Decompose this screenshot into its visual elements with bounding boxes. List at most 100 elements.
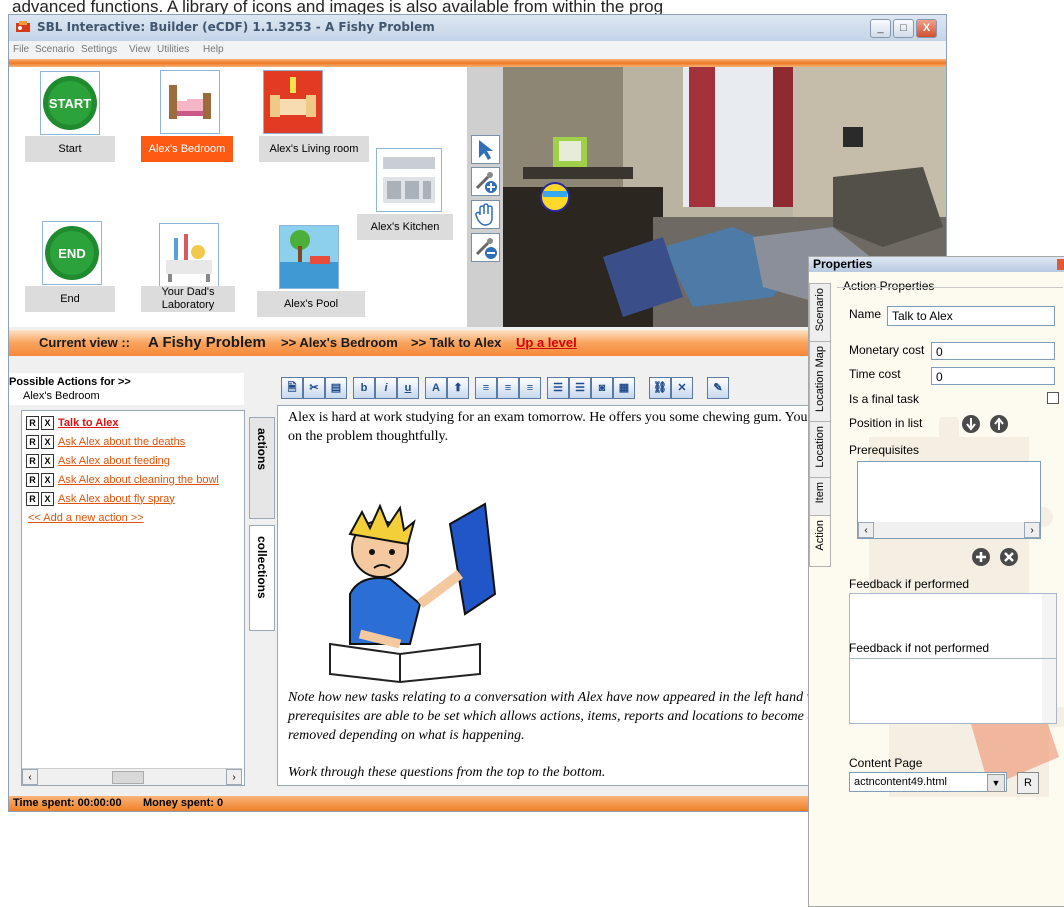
delete-button[interactable]: X [41,472,54,487]
cut-icon[interactable]: ✂ [303,377,325,399]
menu-file[interactable]: File [13,44,29,55]
location-label-end[interactable]: End [25,286,115,312]
tab-action[interactable]: Action [809,515,831,567]
action-link[interactable]: Ask Alex about fly spray [58,493,175,505]
close-button[interactable]: X [916,19,937,38]
font-color-icon[interactable]: A [425,377,447,399]
align-right-icon[interactable]: ≡ [519,377,541,399]
location-label-start[interactable]: Start [25,136,115,162]
properties-close-icon[interactable] [1057,259,1064,270]
scroll-left-icon[interactable]: ‹ [858,522,874,538]
paste-icon[interactable]: ▤ [325,377,347,399]
laboratory-icon[interactable] [159,223,219,287]
location-label-kitchen[interactable]: Alex's Kitchen [357,214,453,240]
add-prerequisite-icon[interactable] [971,547,991,567]
tab-item[interactable]: Item [809,477,831,517]
breadcrumb-scenario[interactable]: A Fishy Problem [148,334,266,351]
title-bar: SBL Interactive: Builder (eCDF) 1.1.3253… [9,15,946,41]
rename-button[interactable]: R [26,415,39,430]
content-page-r-button[interactable]: R [1017,772,1039,794]
delete-button[interactable]: X [41,434,54,449]
menu-view[interactable]: View [129,44,151,55]
rename-button[interactable]: R [26,472,39,487]
menu-utilities[interactable]: Utilities [157,44,189,55]
rename-button[interactable]: R [26,434,39,449]
location-label-living-room[interactable]: Alex's Living room [259,136,369,162]
minimize-button[interactable]: _ [870,19,891,38]
scroll-right-icon[interactable]: › [226,769,242,785]
bold-button[interactable]: b [353,377,375,399]
menu-help[interactable]: Help [203,44,224,55]
bed-icon[interactable] [160,70,220,134]
vertical-scrollbar[interactable] [1042,659,1056,723]
tab-location-map[interactable]: Location Map [809,341,831,423]
add-tool-icon[interactable] [471,167,500,196]
location-label-laboratory[interactable]: Your Dad's Laboratory [141,286,235,312]
money-spent: Money spent: 0 [143,797,224,809]
horizontal-scrollbar[interactable]: ‹ › [22,768,242,785]
location-label-pool[interactable]: Alex's Pool [257,291,365,317]
action-link[interactable]: Ask Alex about the deaths [58,436,185,448]
window-title: SBL Interactive: Builder (eCDF) 1.1.3253… [37,20,435,34]
tab-collections[interactable]: collections [249,525,275,631]
prereq-scrollbar[interactable]: ‹ › [858,522,1040,538]
location-label-bedroom[interactable]: Alex's Bedroom [141,136,233,162]
tab-actions[interactable]: actions [249,417,275,519]
numbered-list-icon[interactable]: ☰ [547,377,569,399]
delete-button[interactable]: X [41,453,54,468]
prerequisites-list[interactable]: ‹ › [857,461,1041,539]
content-page-select[interactable]: actncontent49.html ▼ [849,772,1007,792]
possible-actions-heading: Possible Actions for >> [9,376,131,388]
align-left-icon[interactable]: ≡ [475,377,497,399]
open-page-icon[interactable]: 🗎 [281,377,303,399]
scroll-thumb[interactable] [112,771,144,784]
action-link[interactable]: Ask Alex about feeding [58,455,170,467]
chevron-down-icon[interactable]: ▼ [987,774,1005,792]
bullet-list-icon[interactable]: ☰ [569,377,591,399]
move-down-icon[interactable] [961,414,981,434]
maximize-button[interactable]: □ [893,19,914,38]
menu-bar: File Scenario Settings View Utilities He… [9,41,946,59]
add-action-link[interactable]: << Add a new action >> [28,512,144,524]
end-icon[interactable]: END [42,221,102,285]
underline-button[interactable]: u [397,377,419,399]
vertical-scrollbar[interactable] [1042,594,1056,658]
pool-icon[interactable] [279,225,339,289]
hand-icon[interactable] [471,200,500,229]
remove-prerequisite-icon[interactable] [999,547,1019,567]
monetary-cost-field[interactable]: 0 [931,342,1055,360]
feedback-not-performed-field[interactable] [849,658,1057,724]
italic-button[interactable]: i [375,377,397,399]
start-icon[interactable]: START [40,71,100,135]
move-up-icon[interactable] [989,414,1009,434]
breadcrumb-action[interactable]: >> Talk to Alex [411,335,501,350]
time-cost-field[interactable]: 0 [931,367,1055,385]
delete-button[interactable]: X [41,491,54,506]
rename-button[interactable]: R [26,453,39,468]
insert-link-icon[interactable]: ⛓ [649,377,671,399]
align-center-icon[interactable]: ≡ [497,377,519,399]
name-field[interactable]: Talk to Alex [887,306,1055,326]
rename-button[interactable]: R [26,491,39,506]
insert-image-icon[interactable]: ◙ [591,377,613,399]
kitchen-icon[interactable] [376,148,442,212]
menu-scenario[interactable]: Scenario [35,44,74,55]
action-link[interactable]: Talk to Alex [58,417,119,429]
edit-source-icon[interactable]: ✎ [707,377,729,399]
menu-settings[interactable]: Settings [81,44,117,55]
delete-button[interactable]: X [41,415,54,430]
scroll-left-icon[interactable]: ‹ [22,769,38,785]
breadcrumb-location[interactable]: >> Alex's Bedroom [281,335,398,350]
armchair-icon[interactable] [263,70,323,134]
scroll-right-icon[interactable]: › [1024,522,1040,538]
highlight-icon[interactable]: ⬆ [447,377,469,399]
remove-tool-icon[interactable] [471,233,500,262]
action-link[interactable]: Ask Alex about cleaning the bowl [58,474,219,486]
up-a-level-link[interactable]: Up a level [516,335,577,350]
insert-table-icon[interactable]: ▦ [613,377,635,399]
remove-link-icon[interactable]: ✕ [671,377,693,399]
pointer-icon[interactable] [471,135,500,164]
tab-scenario[interactable]: Scenario [809,283,831,343]
final-task-checkbox[interactable] [1047,392,1059,404]
tab-location[interactable]: Location [809,421,831,479]
